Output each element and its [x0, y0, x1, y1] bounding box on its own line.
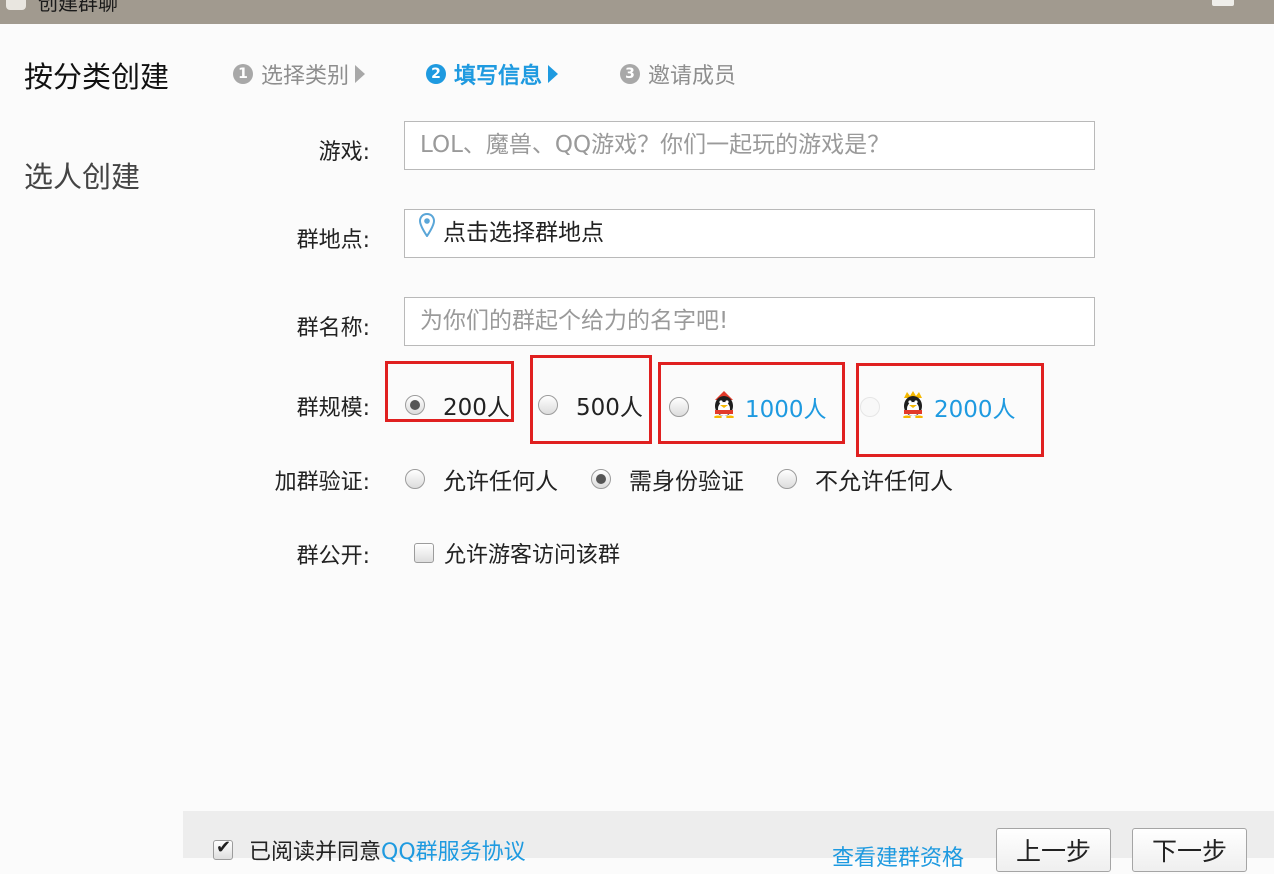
verify-option-label: 允许任何人 [443, 469, 558, 495]
scale-label: 群规模: [296, 396, 370, 421]
step-number-1-icon: 1 [233, 64, 253, 84]
agree-terms-checkbox[interactable]: 已阅读并同意QQ群服务协议 [213, 834, 526, 866]
highlight-box-1000 [658, 362, 845, 444]
prev-step-button[interactable]: 上一步 [996, 828, 1111, 872]
highlight-box-200 [385, 361, 514, 422]
agree-terms-text: 已阅读并同意QQ群服务协议 [249, 834, 526, 866]
location-text: 点击选择群地点 [443, 220, 604, 246]
verify-option-label: 不允许任何人 [815, 469, 953, 495]
group-name-label: 群名称: [296, 316, 370, 341]
game-label: 游戏: [318, 140, 370, 165]
window-title: 创建群聊 [38, 0, 118, 15]
allow-guest-checkbox[interactable]: 允许游客访问该群 [414, 537, 620, 569]
agree-text: 已阅读并同意 [249, 840, 382, 865]
checkbox-checked-icon[interactable] [213, 837, 233, 860]
radio-checked-icon[interactable] [591, 469, 611, 489]
app-icon [6, 0, 26, 10]
verify-option-nobody[interactable]: 不允许任何人 [777, 462, 953, 496]
highlight-box-2000 [856, 363, 1044, 457]
nav-select-create[interactable]: 选人创建 [24, 154, 140, 196]
public-label: 群公开: [296, 544, 370, 569]
step-label: 选择类别 [261, 64, 350, 89]
group-name-input-box[interactable] [404, 297, 1095, 346]
verify-label: 加群验证: [274, 470, 370, 495]
step-arrow-icon [548, 65, 559, 83]
game-input[interactable] [418, 131, 1082, 159]
verify-option-label: 需身份验证 [629, 469, 744, 495]
verify-option-identity[interactable]: 需身份验证 [591, 462, 744, 496]
step-number-3-icon: 3 [620, 64, 640, 84]
radio-icon[interactable] [777, 469, 797, 489]
step-select-category: 1 选择类别 [233, 58, 366, 90]
location-pin-icon [418, 207, 436, 254]
radio-icon[interactable] [405, 469, 425, 489]
minimize-button[interactable] [1212, 0, 1234, 6]
step-fill-info: 2 填写信息 [426, 58, 559, 90]
step-number-2-icon: 2 [426, 64, 446, 84]
location-label: 群地点: [296, 228, 370, 253]
step-label: 邀请成员 [648, 64, 737, 89]
allow-guest-label: 允许游客访问该群 [444, 543, 621, 568]
title-bar: 创建群聊 [0, 0, 1274, 24]
view-qualification-link[interactable]: 查看建群资格 [832, 840, 964, 872]
step-label: 填写信息 [454, 64, 543, 89]
service-agreement-link[interactable]: QQ群服务协议 [381, 840, 526, 865]
game-input-box[interactable] [404, 121, 1095, 170]
checkbox-icon[interactable] [414, 543, 434, 563]
next-step-button[interactable]: 下一步 [1132, 828, 1247, 872]
step-invite-members: 3 邀请成员 [620, 58, 736, 90]
nav-category-create[interactable]: 按分类创建 [24, 54, 169, 96]
step-arrow-icon [355, 65, 366, 83]
verify-option-anyone[interactable]: 允许任何人 [405, 462, 558, 496]
highlight-box-500 [530, 355, 652, 444]
group-name-input[interactable] [418, 307, 1082, 335]
location-field[interactable]: 点击选择群地点 [404, 209, 1095, 258]
